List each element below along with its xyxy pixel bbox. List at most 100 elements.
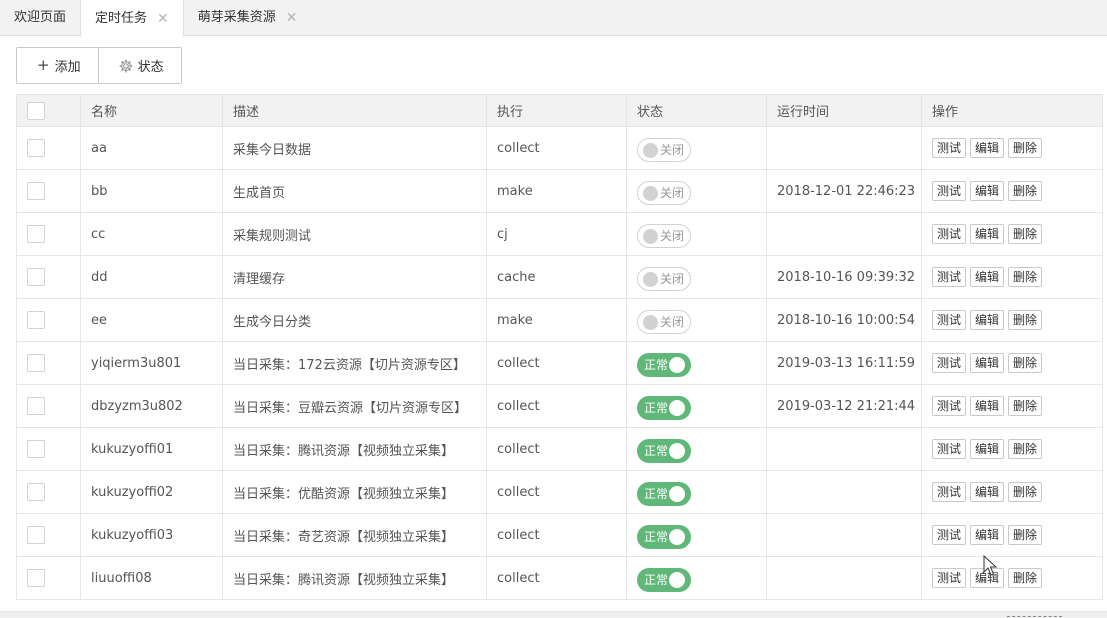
header-select-all[interactable] (16, 94, 81, 127)
row-select-cell[interactable] (16, 212, 81, 256)
row-select-cell[interactable] (16, 126, 81, 170)
test-button[interactable]: 测试 (932, 224, 967, 244)
test-button[interactable]: 测试 (932, 525, 967, 545)
close-icon[interactable]: ✕ (286, 11, 298, 25)
horizontal-scrollbar[interactable] (0, 611, 1107, 618)
row-checkbox[interactable] (27, 225, 45, 243)
test-button[interactable]: 测试 (932, 138, 967, 158)
tab-collect-resources[interactable]: 萌芽采集资源 ✕ (184, 0, 312, 36)
test-button[interactable]: 测试 (932, 396, 967, 416)
task-name: dd (80, 255, 223, 299)
delete-button[interactable]: 删除 (1008, 353, 1043, 373)
edit-button[interactable]: 编辑 (970, 224, 1005, 244)
status-toggle[interactable]: 关闭 (637, 137, 691, 162)
row-select-cell[interactable] (16, 255, 81, 299)
select-all-checkbox[interactable] (27, 101, 45, 120)
table-row: dd 清理缓存 cache 关闭 2018-10-16 09:39:32 测试 编辑 删除 (16, 255, 1103, 299)
edit-button[interactable]: 编辑 (970, 525, 1005, 545)
status-button[interactable]: 状态 (97, 48, 181, 83)
test-button[interactable]: 测试 (932, 482, 967, 502)
row-select-cell[interactable] (16, 384, 81, 428)
delete-button[interactable]: 删除 (1008, 568, 1043, 588)
tab-scheduled-tasks[interactable]: 定时任务 ✕ (80, 0, 184, 37)
delete-button[interactable]: 删除 (1008, 138, 1043, 158)
test-button[interactable]: 测试 (932, 568, 967, 588)
task-runtime (766, 126, 922, 170)
row-select-cell[interactable] (16, 427, 81, 471)
delete-button[interactable]: 删除 (1008, 181, 1043, 201)
row-checkbox[interactable] (27, 268, 45, 286)
row-checkbox[interactable] (27, 569, 45, 587)
row-checkbox[interactable] (27, 139, 45, 157)
edit-button[interactable]: 编辑 (970, 439, 1005, 459)
row-select-cell[interactable] (16, 169, 81, 213)
task-exec: collect (486, 470, 627, 514)
row-select-cell[interactable] (16, 556, 81, 600)
task-description: 当日采集：腾讯资源【视频独立采集】 (222, 556, 487, 600)
delete-button[interactable]: 删除 (1008, 439, 1043, 459)
row-checkbox[interactable] (27, 526, 45, 544)
task-runtime: 2019-03-12 21:21:44 (766, 384, 922, 428)
task-description: 采集规则测试 (222, 212, 487, 256)
close-icon[interactable]: ✕ (157, 12, 169, 26)
toggle-knob (669, 442, 685, 459)
table-row: ee 生成今日分类 make 关闭 2018-10-16 10:00:54 测试 编辑 删除 (16, 298, 1103, 342)
toggle-knob (643, 314, 658, 330)
row-checkbox[interactable] (27, 354, 45, 372)
task-description: 当日采集：172云资源【切片资源专区】 (222, 341, 487, 385)
task-actions-cell: 测试 编辑 删除 (921, 169, 1103, 213)
test-button[interactable]: 测试 (932, 353, 967, 373)
table-row: kukuzyoffi01 当日采集：腾讯资源【视频独立采集】 collect 正常 测试… (16, 427, 1103, 471)
scrollbar-thumb[interactable] (1007, 616, 1062, 617)
task-name: ee (80, 298, 223, 342)
row-checkbox[interactable] (27, 483, 45, 501)
row-select-cell[interactable] (16, 513, 81, 557)
status-button-label: 状态 (137, 60, 164, 75)
status-toggle[interactable]: 关闭 (637, 266, 691, 291)
tab-label: 萌芽采集资源 (197, 10, 276, 25)
edit-button[interactable]: 编辑 (970, 181, 1005, 201)
status-toggle[interactable]: 关闭 (637, 309, 691, 334)
delete-button[interactable]: 删除 (1008, 267, 1043, 287)
task-description: 采集今日数据 (222, 126, 487, 170)
delete-button[interactable]: 删除 (1008, 396, 1043, 416)
status-toggle[interactable]: 正常 (637, 481, 691, 506)
toggle-knob (669, 356, 685, 373)
edit-button[interactable]: 编辑 (970, 310, 1005, 330)
row-select-cell[interactable] (16, 341, 81, 385)
edit-button[interactable]: 编辑 (970, 482, 1005, 502)
delete-button[interactable]: 删除 (1008, 525, 1043, 545)
row-select-cell[interactable] (16, 470, 81, 514)
task-description: 当日采集：腾讯资源【视频独立采集】 (222, 427, 487, 471)
row-checkbox[interactable] (27, 311, 45, 329)
task-actions-cell: 测试 编辑 删除 (921, 470, 1103, 514)
tab-welcome[interactable]: 欢迎页面 (0, 0, 80, 36)
task-table: 名称 描述 执行 状态 运行时间 操作 aa 采集今日数据 collect 关闭 测试编… (16, 94, 1103, 600)
test-button[interactable]: 测试 (932, 181, 967, 201)
edit-button[interactable]: 编辑 (970, 396, 1005, 416)
edit-button[interactable]: 编辑 (970, 353, 1005, 373)
status-toggle[interactable]: 关闭 (637, 180, 691, 205)
delete-button[interactable]: 删除 (1008, 482, 1043, 502)
status-toggle[interactable]: 正常 (637, 524, 691, 549)
status-toggle[interactable]: 关闭 (637, 223, 691, 248)
row-checkbox[interactable] (27, 440, 45, 458)
delete-button[interactable]: 删除 (1008, 310, 1043, 330)
row-checkbox[interactable] (27, 182, 45, 200)
row-checkbox[interactable] (27, 397, 45, 415)
edit-button[interactable]: 编辑 (970, 138, 1005, 158)
add-button[interactable]: + 添加 (17, 48, 98, 83)
status-toggle[interactable]: 正常 (637, 352, 691, 377)
test-button[interactable]: 测试 (932, 310, 967, 330)
mouse-cursor-icon (983, 555, 997, 576)
status-toggle[interactable]: 正常 (637, 438, 691, 463)
test-button[interactable]: 测试 (932, 267, 967, 287)
status-toggle[interactable]: 正常 (637, 395, 691, 420)
edit-button[interactable]: 编辑 (970, 267, 1005, 287)
status-toggle[interactable]: 正常 (637, 567, 691, 592)
delete-button[interactable]: 删除 (1008, 224, 1043, 244)
task-actions-cell: 测试 编辑 删除 (921, 341, 1103, 385)
row-select-cell[interactable] (16, 298, 81, 342)
test-button[interactable]: 测试 (932, 439, 967, 459)
task-status-cell: 关闭 (626, 255, 767, 299)
